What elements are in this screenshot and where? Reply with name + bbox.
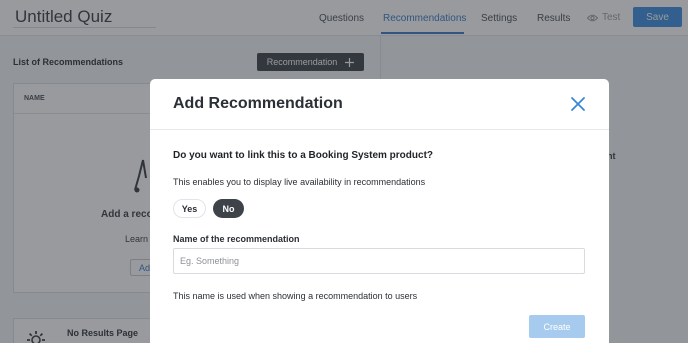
option-yes-button[interactable]: Yes [173, 199, 206, 218]
close-icon[interactable] [570, 96, 586, 112]
name-field-help: This name is used when showing a recomme… [173, 291, 418, 301]
option-no-button[interactable]: No [213, 199, 244, 218]
create-button[interactable]: Create [529, 315, 585, 338]
name-field-label: Name of the recommendation [173, 234, 300, 244]
modal-header: Add Recommendation [150, 79, 609, 130]
booking-description: This enables you to display live availab… [173, 177, 426, 187]
add-recommendation-modal: Add Recommendation Do you want to link t… [150, 79, 609, 343]
modal-title: Add Recommendation [173, 95, 343, 112]
recommendation-name-input[interactable] [173, 248, 585, 274]
booking-question: Do you want to link this to a Booking Sy… [173, 150, 434, 161]
